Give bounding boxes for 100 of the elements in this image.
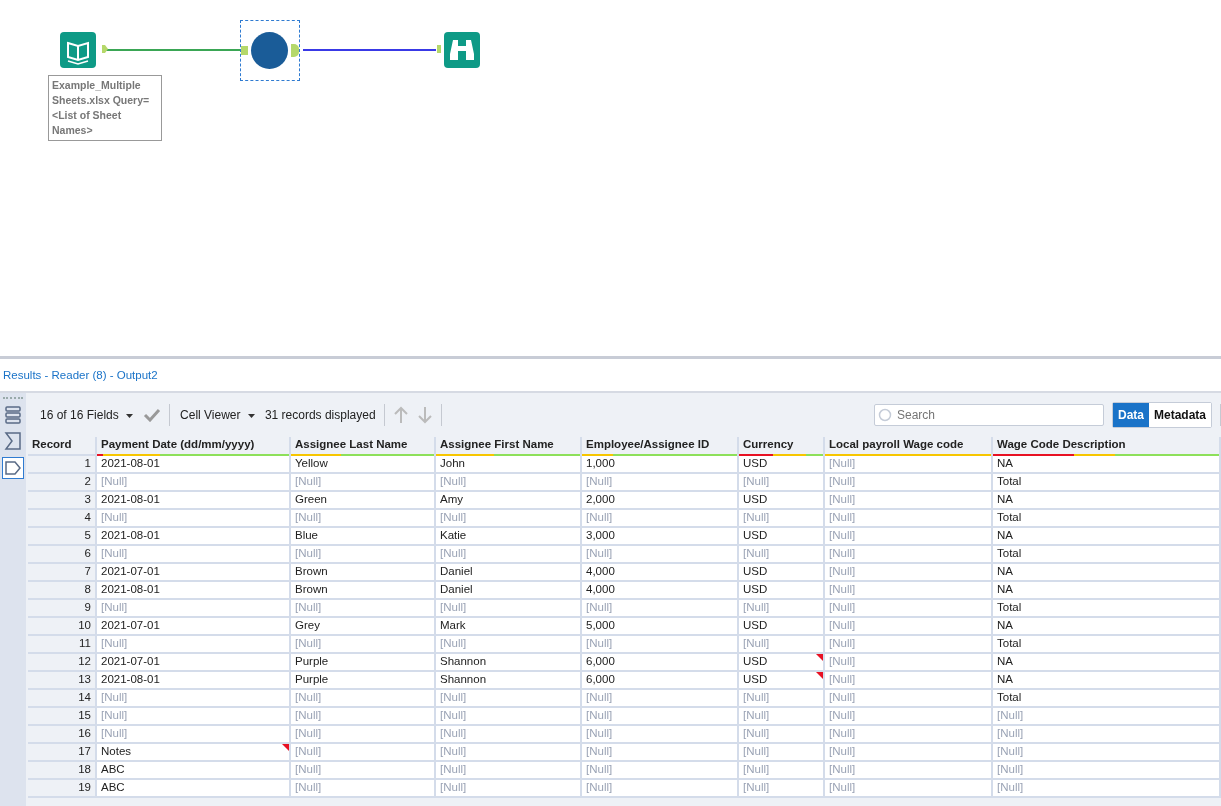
table-cell: [Null] [291, 726, 436, 742]
checkmark-icon[interactable] [143, 408, 162, 422]
table-cell: 4,000 [582, 564, 739, 580]
record-number: 15 [28, 708, 97, 724]
table-cell: [Null] [436, 708, 582, 724]
table-cell: [Null] [291, 636, 436, 652]
table-cell: [Null] [739, 690, 825, 706]
table-cell: [Null] [582, 636, 739, 652]
table-cell: Total [993, 600, 1221, 616]
view-tab[interactable]: Data [1112, 403, 1149, 427]
table-cell: [Null] [436, 600, 582, 616]
record-number: 10 [28, 618, 97, 634]
table-cell: [Null] [582, 726, 739, 742]
table-cell: Yellow [291, 456, 436, 472]
table-cell: [Null] [582, 762, 739, 778]
table-cell: Total [993, 690, 1221, 706]
table-cell: [Null] [825, 636, 993, 652]
table-cell: [Null] [582, 708, 739, 724]
table-cell: 2021-07-01 [97, 654, 291, 670]
table-cell: [Null] [825, 672, 993, 688]
table-cell: [Null] [582, 510, 739, 526]
table-cell: [Null] [825, 582, 993, 598]
table-cell: [Null] [825, 762, 993, 778]
column-header[interactable]: Employee/Assignee ID [582, 437, 739, 454]
table-cell: [Null] [825, 600, 993, 616]
table-cell: [Null] [291, 690, 436, 706]
column-header[interactable]: Wage Code Description [993, 437, 1221, 454]
table-cell: 2021-07-01 [97, 618, 291, 634]
record-number: 1 [28, 456, 97, 472]
table-cell: ABC [97, 762, 291, 778]
table-cell: [Null] [825, 456, 993, 472]
fields-dropdown[interactable]: 16 of 16 Fields [38, 406, 136, 424]
table-cell: [Null] [97, 510, 291, 526]
formula-icon[interactable] [4, 431, 22, 451]
table-cell: [Null] [739, 726, 825, 742]
table-cell: 2,000 [582, 492, 739, 508]
record-number: 8 [28, 582, 97, 598]
list-icon[interactable] [4, 405, 22, 425]
record-number: 13 [28, 672, 97, 688]
table-cell: 6,000 [582, 672, 739, 688]
column-header[interactable]: Assignee Last Name [291, 437, 436, 454]
table-cell: Notes [97, 744, 291, 760]
table-cell: USD [739, 618, 825, 634]
tag-icon[interactable] [2, 457, 24, 479]
table-cell: USD [739, 456, 825, 472]
table-cell: Mark [436, 618, 582, 634]
record-number: 4 [28, 510, 97, 526]
table-cell: [Null] [291, 744, 436, 760]
table-cell: [Null] [582, 780, 739, 796]
table-cell: [Null] [436, 762, 582, 778]
record-number: 5 [28, 528, 97, 544]
table-cell: [Null] [97, 636, 291, 652]
table-cell: Daniel [436, 582, 582, 598]
table-cell: NA [993, 582, 1221, 598]
table-cell: [Null] [825, 654, 993, 670]
table-cell: [Null] [291, 546, 436, 562]
record-number: 16 [28, 726, 97, 742]
table-cell: [Null] [993, 780, 1221, 796]
table-cell: USD [739, 564, 825, 580]
book-icon[interactable] [60, 32, 108, 70]
table-cell: [Null] [993, 726, 1221, 742]
column-header[interactable]: Assignee First Name [436, 437, 582, 454]
table-cell: NA [993, 672, 1221, 688]
caret-icon [247, 413, 255, 418]
table-cell: [Null] [739, 546, 825, 562]
column-header[interactable]: Local payroll Wage code [825, 437, 993, 454]
table-cell: [Null] [825, 564, 993, 580]
cell-viewer-dropdown[interactable]: Cell Viewer [178, 406, 257, 424]
table-cell: [Null] [436, 780, 582, 796]
binoculars-icon[interactable] [436, 32, 482, 70]
table-cell: [Null] [291, 708, 436, 724]
table-cell: USD [739, 528, 825, 544]
column-header[interactable]: Payment Date (dd/mm/yyyy) [97, 437, 291, 454]
record-number: 2 [28, 474, 97, 490]
record-number: 14 [28, 690, 97, 706]
table-cell: [Null] [97, 474, 291, 490]
table-cell: USD [739, 672, 825, 688]
table-cell: [Null] [739, 474, 825, 490]
table-cell: NA [993, 456, 1221, 472]
table-cell: [Null] [582, 600, 739, 616]
search-field[interactable]: Search [873, 404, 1104, 426]
record-number: 12 [28, 654, 97, 670]
table-cell: [Null] [291, 780, 436, 796]
table-cell: [Null] [739, 762, 825, 778]
table-cell: USD [739, 654, 825, 670]
table-cell: [Null] [825, 528, 993, 544]
table-cell: [Null] [993, 744, 1221, 760]
table-cell: [Null] [739, 636, 825, 652]
table-cell: [Null] [993, 708, 1221, 724]
table-cell: 2021-08-01 [97, 528, 291, 544]
table-cell: [Null] [825, 708, 993, 724]
formula-tool[interactable] [240, 20, 300, 81]
table-cell: 5,000 [582, 618, 739, 634]
table-cell: [Null] [582, 474, 739, 490]
table-cell: Brown [291, 564, 436, 580]
table-cell: Brown [291, 582, 436, 598]
table-cell: [Null] [436, 474, 582, 490]
record-number: 3 [28, 492, 97, 508]
record-number: 17 [28, 744, 97, 760]
column-header[interactable]: Currency [739, 437, 825, 454]
